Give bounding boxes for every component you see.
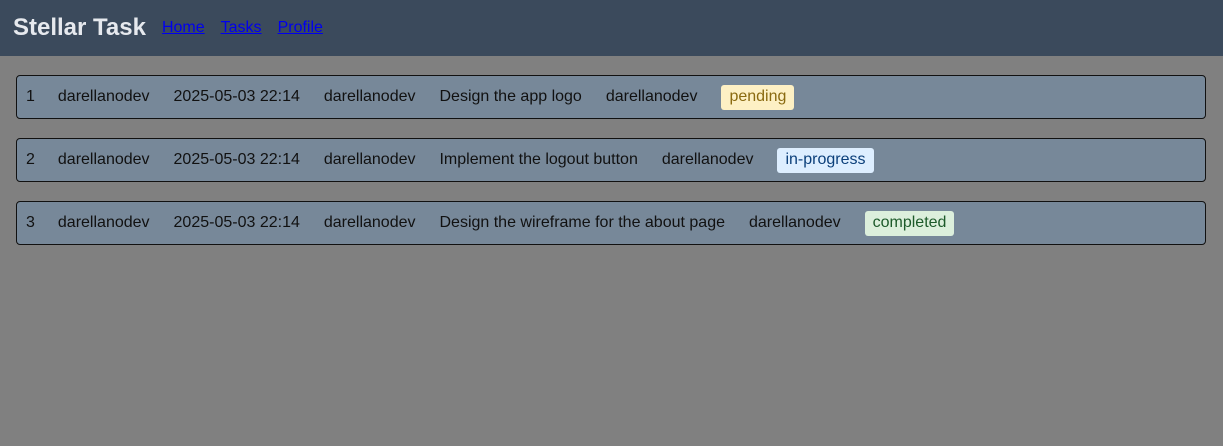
status-badge: in-progress <box>777 147 874 173</box>
status-badge: completed <box>864 210 955 236</box>
task-title: Design the app logo <box>439 88 582 105</box>
task-id: 1 <box>26 88 35 105</box>
task-owner: darellanodev <box>323 151 416 168</box>
task-user: darellanodev <box>57 88 150 105</box>
task-title: Design the wireframe for the about page <box>439 214 725 231</box>
task-id: 3 <box>26 214 35 231</box>
nav-link-home[interactable]: Home <box>162 19 205 37</box>
nav-link-profile[interactable]: Profile <box>278 19 323 37</box>
task-owner: darellanodev <box>323 214 416 231</box>
task-user: darellanodev <box>57 214 150 231</box>
nav-link-tasks[interactable]: Tasks <box>221 19 262 37</box>
task-id: 2 <box>26 151 35 168</box>
task-assignee: darellanodev <box>661 151 754 168</box>
status-badge: pending <box>721 84 795 110</box>
task-date: 2025-05-03 22:14 <box>173 214 300 231</box>
task-assignee: darellanodev <box>605 88 698 105</box>
task-assignee: darellanodev <box>748 214 841 231</box>
task-user: darellanodev <box>57 151 150 168</box>
task-list: 1 darellanodev 2025-05-03 22:14 darellan… <box>0 56 1223 245</box>
task-title: Implement the logout button <box>439 151 638 168</box>
navbar: Stellar Task Home Tasks Profile <box>0 0 1223 56</box>
task-row[interactable]: 2 darellanodev 2025-05-03 22:14 darellan… <box>16 138 1206 182</box>
task-date: 2025-05-03 22:14 <box>173 151 300 168</box>
task-owner: darellanodev <box>323 88 416 105</box>
task-row[interactable]: 3 darellanodev 2025-05-03 22:14 darellan… <box>16 201 1206 245</box>
task-row[interactable]: 1 darellanodev 2025-05-03 22:14 darellan… <box>16 75 1206 119</box>
task-date: 2025-05-03 22:14 <box>173 88 300 105</box>
app-title: Stellar Task <box>13 14 146 41</box>
